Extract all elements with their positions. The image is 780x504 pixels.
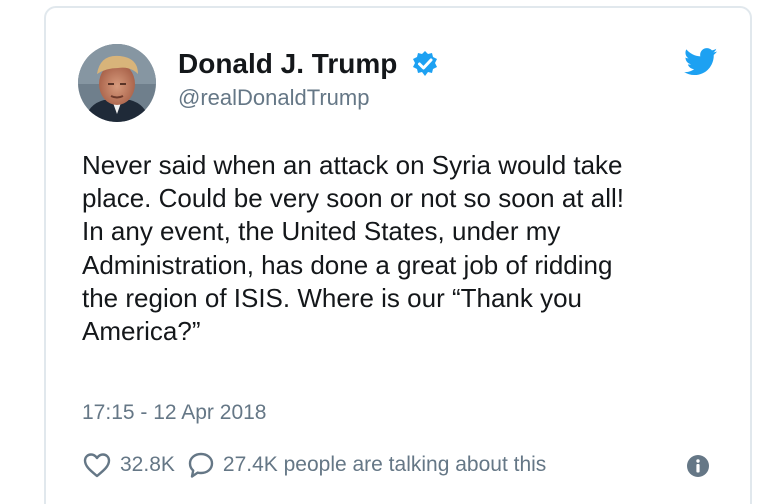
tweet-text-line: place. Could be very soon or not so soon… bbox=[82, 183, 624, 214]
tweet-text: Never said when an attack on Syria would… bbox=[82, 149, 722, 348]
tweet-text-line: America?” bbox=[82, 316, 201, 347]
author-name[interactable]: Donald J. Trump bbox=[178, 48, 397, 80]
twitter-bird-icon[interactable] bbox=[684, 48, 718, 76]
tweet-text-line: Administration, has done a great job of … bbox=[82, 249, 613, 280]
like-count[interactable]: 32.8K bbox=[120, 453, 175, 477]
heart-icon[interactable] bbox=[82, 451, 112, 479]
tweet-text-line: the region of ISIS. Where is our “Thank … bbox=[82, 282, 583, 313]
verified-badge-icon bbox=[413, 51, 437, 76]
info-icon[interactable] bbox=[686, 454, 710, 478]
speech-bubble-icon[interactable] bbox=[187, 451, 215, 479]
tweet-text-line: Never said when an attack on Syria would… bbox=[82, 150, 623, 180]
tweet-text-line: In any event, the United States, under m… bbox=[82, 216, 561, 247]
tweet-actions: 32.8K 27.4K people are talking about thi… bbox=[82, 448, 546, 482]
avatar[interactable] bbox=[78, 44, 156, 122]
author-handle[interactable]: @realDonaldTrump bbox=[178, 85, 369, 111]
tweet-timestamp[interactable]: 17:15 - 12 Apr 2018 bbox=[82, 400, 266, 426]
talking-count[interactable]: 27.4K people are talking about this bbox=[223, 453, 546, 477]
